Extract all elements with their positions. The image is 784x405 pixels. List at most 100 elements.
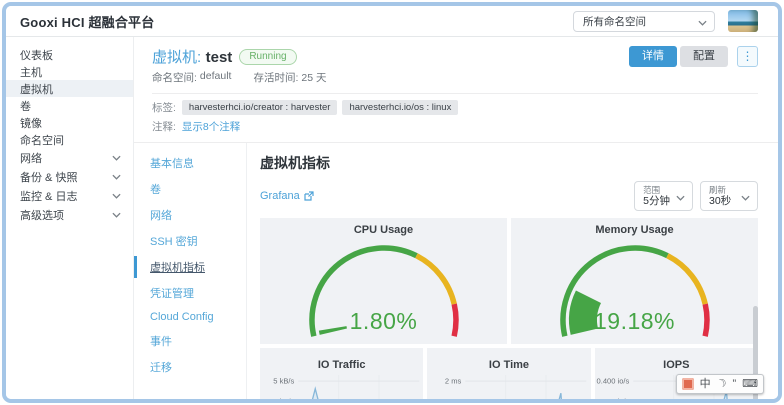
svg-text:1.50 ms: 1.50 ms [435,397,462,403]
sidebar-item-label: 主机 [20,64,42,80]
cpu-usage-gauge: CPU Usage 1.80% [260,218,507,344]
top-header: Gooxi HCI 超融合平台 所有命名空间 [6,6,778,37]
show-annotations-link[interactable]: 显示8个注释 [182,119,240,134]
metrics-controls: Grafana 范围 5分钟 [260,181,772,211]
sidebar-item-label: 镜像 [20,115,42,131]
refresh-select[interactable]: 刷新 30秒 [700,181,758,211]
sidebar-item-label: 高级选项 [20,207,64,223]
sidebar-item-1[interactable]: 主机 [6,63,133,80]
svg-text:5 kB/s: 5 kB/s [273,377,294,386]
sidebar-item-label: 虚拟机 [20,81,53,97]
chart-title: IO Traffic [260,353,423,371]
annotations-label: 注释: [152,119,176,134]
tags-row: 标签: harvesterhci.io/creator : harvesterh… [152,100,758,115]
detail-tab-nav: 基本信息卷网络 SSH 密钥虚拟机指标凭证管理 Cloud Config 事件迁移 [134,143,246,399]
io-traffic-plot: 5 kB/s4 kB/s3 kB/s [260,371,423,403]
header-right: 所有命名空间 [573,10,758,32]
sidebar-item-label: 网络 [20,150,42,166]
svg-text:0.400 io/s: 0.400 io/s [596,377,629,386]
sidebar-item-4[interactable]: 镜像 [6,114,133,131]
tags-label: 标签: [152,100,176,115]
sidebar-item-7[interactable]: 备份 & 快照 [6,168,133,186]
chart-title: IOPS [595,353,758,371]
detail-tab-0[interactable]: 基本信息 [134,152,246,174]
app-title: Gooxi HCI 超融合平台 [20,12,154,31]
svg-text:2 ms: 2 ms [445,377,462,386]
metrics-title: 虚拟机指标 [260,153,772,173]
meta-section: 标签: harvesterhci.io/creator : harvesterh… [134,94,778,143]
ime-punctuation-icon[interactable]: ” [732,378,736,390]
gauge-row: CPU Usage 1.80% Memory Usage 19.18% [260,218,758,344]
vm-header: 虚拟机: test Running 命名空间: default 存活时间: 25… [134,37,778,94]
detail-tab-1[interactable]: 卷 [134,178,246,200]
tag-badge: harvesterhci.io/os : linux [342,100,458,115]
vm-name: test [206,49,233,66]
sidebar-item-0[interactable]: 仪表板 [6,46,133,63]
ime-logo-icon[interactable] [682,378,694,390]
sidebar-item-5[interactable]: 命名空间 [6,131,133,148]
detail-tab-7[interactable]: 事件 [134,330,246,352]
refresh-value: 30秒 [709,195,735,207]
detail-tab-4[interactable]: 虚拟机指标 [134,256,246,278]
ime-language-icon[interactable]: 中 [700,378,711,390]
tag-badge: harvesterhci.io/creator : harvester [182,100,338,115]
chevron-down-icon [741,195,750,201]
svg-text:4 kB/s: 4 kB/s [273,397,294,403]
metrics-content: 虚拟机指标 Grafana 范围 5分钟 [246,143,778,399]
user-avatar[interactable] [728,10,758,32]
annotations-row: 注释: 显示8个注释 [152,119,758,134]
detail-tab-3[interactable]: SSH 密钥 [134,230,246,252]
resource-type-link[interactable]: 虚拟机: [152,49,201,66]
namespace-label: 命名空间: [152,70,197,85]
sidebar-item-2[interactable]: 虚拟机 [6,80,133,97]
range-value: 5分钟 [643,195,670,207]
namespace-selector-value: 所有命名空间 [583,14,646,29]
range-label: 范围 [643,185,670,195]
sidebar-item-label: 备份 & 快照 [20,169,77,185]
more-actions-button[interactable]: ⋮ [737,46,758,67]
chevron-down-icon [112,212,121,218]
io-time-plot: 2 ms1.50 ms1 ms [427,371,590,403]
sidebar-item-label: 仪表板 [20,47,53,63]
detail-tab-5[interactable]: 凭证管理 [134,282,246,304]
sidebar-item-label: 命名空间 [20,132,64,148]
cpu-usage-value: 1.80% [260,308,507,335]
refresh-label: 刷新 [709,185,735,195]
main-sidebar: 仪表板主机虚拟机卷镜像命名空间网络备份 & 快照监控 & 日志高级选项 [6,37,134,399]
divider [152,93,758,94]
sidebar-item-6[interactable]: 网络 [6,149,133,167]
config-button[interactable]: 配置 [680,46,728,67]
sidebar-item-3[interactable]: 卷 [6,97,133,114]
main-content: 虚拟机: test Running 命名空间: default 存活时间: 25… [134,37,778,399]
gauge-title: CPU Usage [260,218,507,236]
detail-tab-2[interactable]: 网络 [134,204,246,226]
namespace-value: default [200,70,232,85]
svg-text:0.300 io/s: 0.300 io/s [596,397,629,403]
ime-toolbar[interactable]: 中 ☽ ” ⌨ [676,374,764,394]
detail-tab-8[interactable]: 迁移 [134,356,246,378]
chevron-down-icon [676,195,685,201]
memory-usage-value: 19.18% [511,308,758,335]
ime-keyboard-icon[interactable]: ⌨ [742,378,758,390]
namespace-selector[interactable]: 所有命名空间 [573,11,715,32]
gauge-title: Memory Usage [511,218,758,236]
memory-usage-gauge: Memory Usage 19.18% [511,218,758,344]
tags-list: harvesterhci.io/creator : harvester harve… [182,100,458,115]
detail-tab-6[interactable]: Cloud Config [134,308,246,326]
grafana-link[interactable]: Grafana [260,190,314,202]
age-label: 存活时间: [253,70,298,85]
details-button[interactable]: 详情 [629,46,677,67]
grafana-link-label: Grafana [260,190,300,202]
vm-actions: 详情 配置 ⋮ [629,46,758,67]
range-select[interactable]: 范围 5分钟 [634,181,693,211]
vm-subtitle: 命名空间: default 存活时间: 25 天 [152,70,758,85]
chevron-down-icon [112,155,121,161]
sidebar-item-8[interactable]: 监控 & 日志 [6,187,133,205]
sidebar-item-label: 监控 & 日志 [20,188,77,204]
sidebar-item-9[interactable]: 高级选项 [6,206,133,224]
ime-halfwidth-moon-icon[interactable]: ☽ [714,376,728,391]
age-value: 25 天 [301,70,326,85]
chevron-down-icon [112,174,121,180]
body: 仪表板主机虚拟机卷镜像命名空间网络备份 & 快照监控 & 日志高级选项 虚拟机:… [6,37,778,399]
io-time-chart: IO Time 2 ms1.50 ms1 ms [427,348,590,403]
